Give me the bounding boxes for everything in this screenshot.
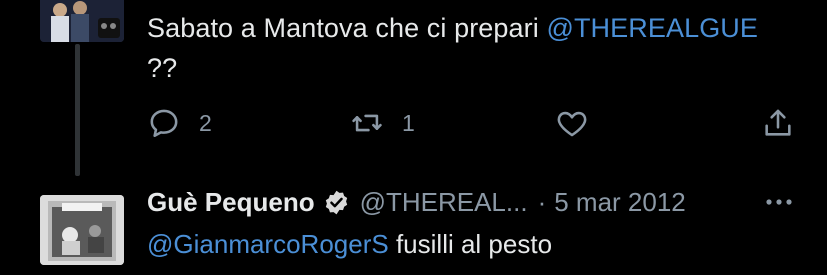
retweet-button[interactable]: 1 [350,103,415,143]
retweet-count: 1 [402,109,415,136]
tweet-date[interactable]: 5 mar 2012 [554,187,686,218]
reply-icon [150,109,178,138]
author-name[interactable]: Guè Pequeno [147,187,315,218]
tweet-text-continuation: ?? [147,53,178,83]
mention-link[interactable]: @GianmarcoRogerS [147,229,389,259]
tweet-text: Sabato a Mantova che ci prepari [147,13,539,43]
reply-count: 2 [199,109,212,136]
more-icon [766,199,792,205]
tweet-body: Sabato a Mantova che ci prepari @THEREAL… [147,8,807,88]
separator-dot: · [537,186,547,217]
retweet-icon [352,114,382,132]
tweet-text: fusilli al pesto [395,229,553,259]
heart-icon [557,111,587,137]
like-button[interactable] [555,103,607,143]
album-cover-image [40,195,124,265]
tweet-header: Guè Pequeno @THEREAL... · 5 mar 2012 [147,184,807,220]
share-button[interactable] [761,103,795,143]
tweet-actions: 2 1 [147,103,807,143]
avatar-photo-image [40,0,124,42]
tweet-thread: Sabato a Mantova che ci prepari @THEREAL… [0,0,827,275]
more-options-button[interactable] [764,188,794,216]
author-handle[interactable]: @THEREAL... [360,187,528,218]
share-icon [765,109,791,136]
reply-button[interactable]: 2 [147,103,212,143]
avatar[interactable] [40,0,124,42]
thread-connector-line [75,44,80,176]
verified-badge-icon [325,190,347,214]
mention-link[interactable]: @THEREALGUE [546,13,758,43]
tweet-body: @GianmarcoRogerS fusilli al pesto [147,225,807,263]
avatar[interactable] [40,195,124,265]
